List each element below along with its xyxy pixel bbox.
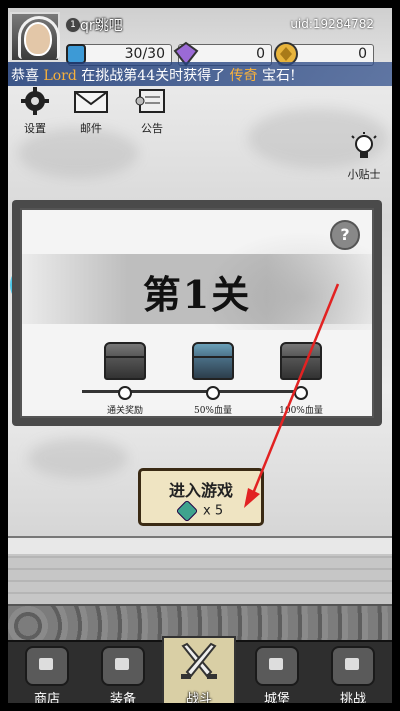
lock-icon xyxy=(39,658,53,670)
banner-prefix: 恭喜 xyxy=(11,68,39,84)
enter-game-label: 进入游戏 xyxy=(168,481,233,500)
nav-equipment[interactable]: 装备 xyxy=(86,642,160,703)
announcement-text: 恭喜 Lord 在挑战第44关时获得了 传奇 宝石! xyxy=(11,65,296,85)
reward-label: 100%血量 通关奖励 xyxy=(279,406,323,416)
banner-player-name: Lord xyxy=(43,68,77,84)
reward-dot xyxy=(294,386,308,400)
wooden-floor xyxy=(8,554,392,606)
treasure-chest-icon xyxy=(280,342,322,380)
challenge-icon xyxy=(331,646,375,686)
banner-suffix: 宝石! xyxy=(262,68,296,84)
banner-middle: 在挑战第44关时获得了 xyxy=(81,68,226,84)
mail-button[interactable]: 邮件 xyxy=(70,86,112,136)
reward-dot xyxy=(206,386,220,400)
reward-half-hp[interactable]: 50%血量 通关奖励 xyxy=(168,342,258,416)
face-shape xyxy=(24,22,52,56)
lock-icon xyxy=(345,658,359,670)
user-id: uid:19284782 xyxy=(290,17,374,31)
enter-game-button[interactable]: 进入游戏 x 5 xyxy=(138,468,264,526)
nav-challenge-label: 挑战 xyxy=(339,692,366,703)
shop-icon xyxy=(25,646,69,686)
tips-label: 小贴士 xyxy=(347,168,381,181)
tips-button[interactable]: 小贴士 xyxy=(344,132,384,182)
settings-label: 设置 xyxy=(24,122,46,135)
notice-button[interactable]: 公告 xyxy=(132,86,172,136)
reward-clear[interactable]: 通关奖励 xyxy=(80,342,170,416)
green-gem-icon xyxy=(175,499,199,523)
lock-icon xyxy=(115,658,129,670)
level-panel-inner: ? 第1关 通关奖励 50%血量 通关奖励 100%血量 通关奖励 xyxy=(20,208,374,418)
banner-rarity: 传奇 xyxy=(229,68,258,84)
level-badge: 1 xyxy=(65,17,81,33)
announcement-banner: 恭喜 Lord 在挑战第44关时获得了 传奇 宝石! xyxy=(8,62,392,86)
reward-label: 50%血量 通关奖励 xyxy=(193,406,232,416)
reward-dot xyxy=(118,386,132,400)
username: qr跳吧 xyxy=(80,18,123,34)
nav-battle[interactable]: 战斗 xyxy=(162,636,236,703)
mail-icon xyxy=(74,91,108,113)
entry-cost-value: x 5 xyxy=(203,503,224,519)
gear-icon xyxy=(21,87,49,115)
lock-icon xyxy=(269,658,283,670)
level-panel: ? 第1关 通关奖励 50%血量 通关奖励 100%血量 通关奖励 xyxy=(12,200,382,426)
purple-gem-value: 0 xyxy=(256,46,265,62)
gold-coin-value: 0 xyxy=(358,46,367,62)
equipment-icon xyxy=(101,646,145,686)
notice-label: 公告 xyxy=(141,122,163,135)
crossed-swords-icon xyxy=(181,642,217,679)
settings-button[interactable]: 设置 xyxy=(18,86,52,136)
reward-full-hp[interactable]: 100%血量 通关奖励 xyxy=(256,342,346,416)
nav-challenge[interactable]: 挑战 xyxy=(316,642,390,703)
nav-battle-label: 战斗 xyxy=(185,692,212,703)
treasure-chest-icon xyxy=(104,342,146,380)
nav-shop[interactable]: 商店 xyxy=(10,642,84,703)
game-screen: 1 qr跳吧 uid:19284782 30/30 0 0 恭喜 Lord 在挑… xyxy=(8,8,392,703)
mail-label: 邮件 xyxy=(80,122,102,135)
scroll-icon xyxy=(135,89,165,113)
player-avatar[interactable] xyxy=(10,12,60,62)
stamina-value: 30/30 xyxy=(124,46,165,62)
castle-icon xyxy=(255,646,299,686)
entry-cost: x 5 xyxy=(175,499,224,523)
reward-label: 通关奖励 xyxy=(106,406,143,416)
nav-castle[interactable]: 城堡 xyxy=(240,642,314,703)
lightbulb-icon xyxy=(351,132,377,158)
help-button[interactable]: ? xyxy=(330,220,360,250)
treasure-chest-icon xyxy=(192,342,234,380)
top-bar: 1 qr跳吧 uid:19284782 30/30 0 0 xyxy=(8,8,392,67)
bottom-nav: 商店 装备 战斗 城堡 挑战 xyxy=(8,636,392,703)
nav-shop-label: 商店 xyxy=(33,692,60,703)
nav-equipment-label: 装备 xyxy=(109,692,136,703)
ground-edge xyxy=(8,536,392,556)
level-title: 第1关 xyxy=(142,272,252,317)
ink-wash xyxy=(28,438,128,478)
nav-castle-label: 城堡 xyxy=(263,692,290,703)
